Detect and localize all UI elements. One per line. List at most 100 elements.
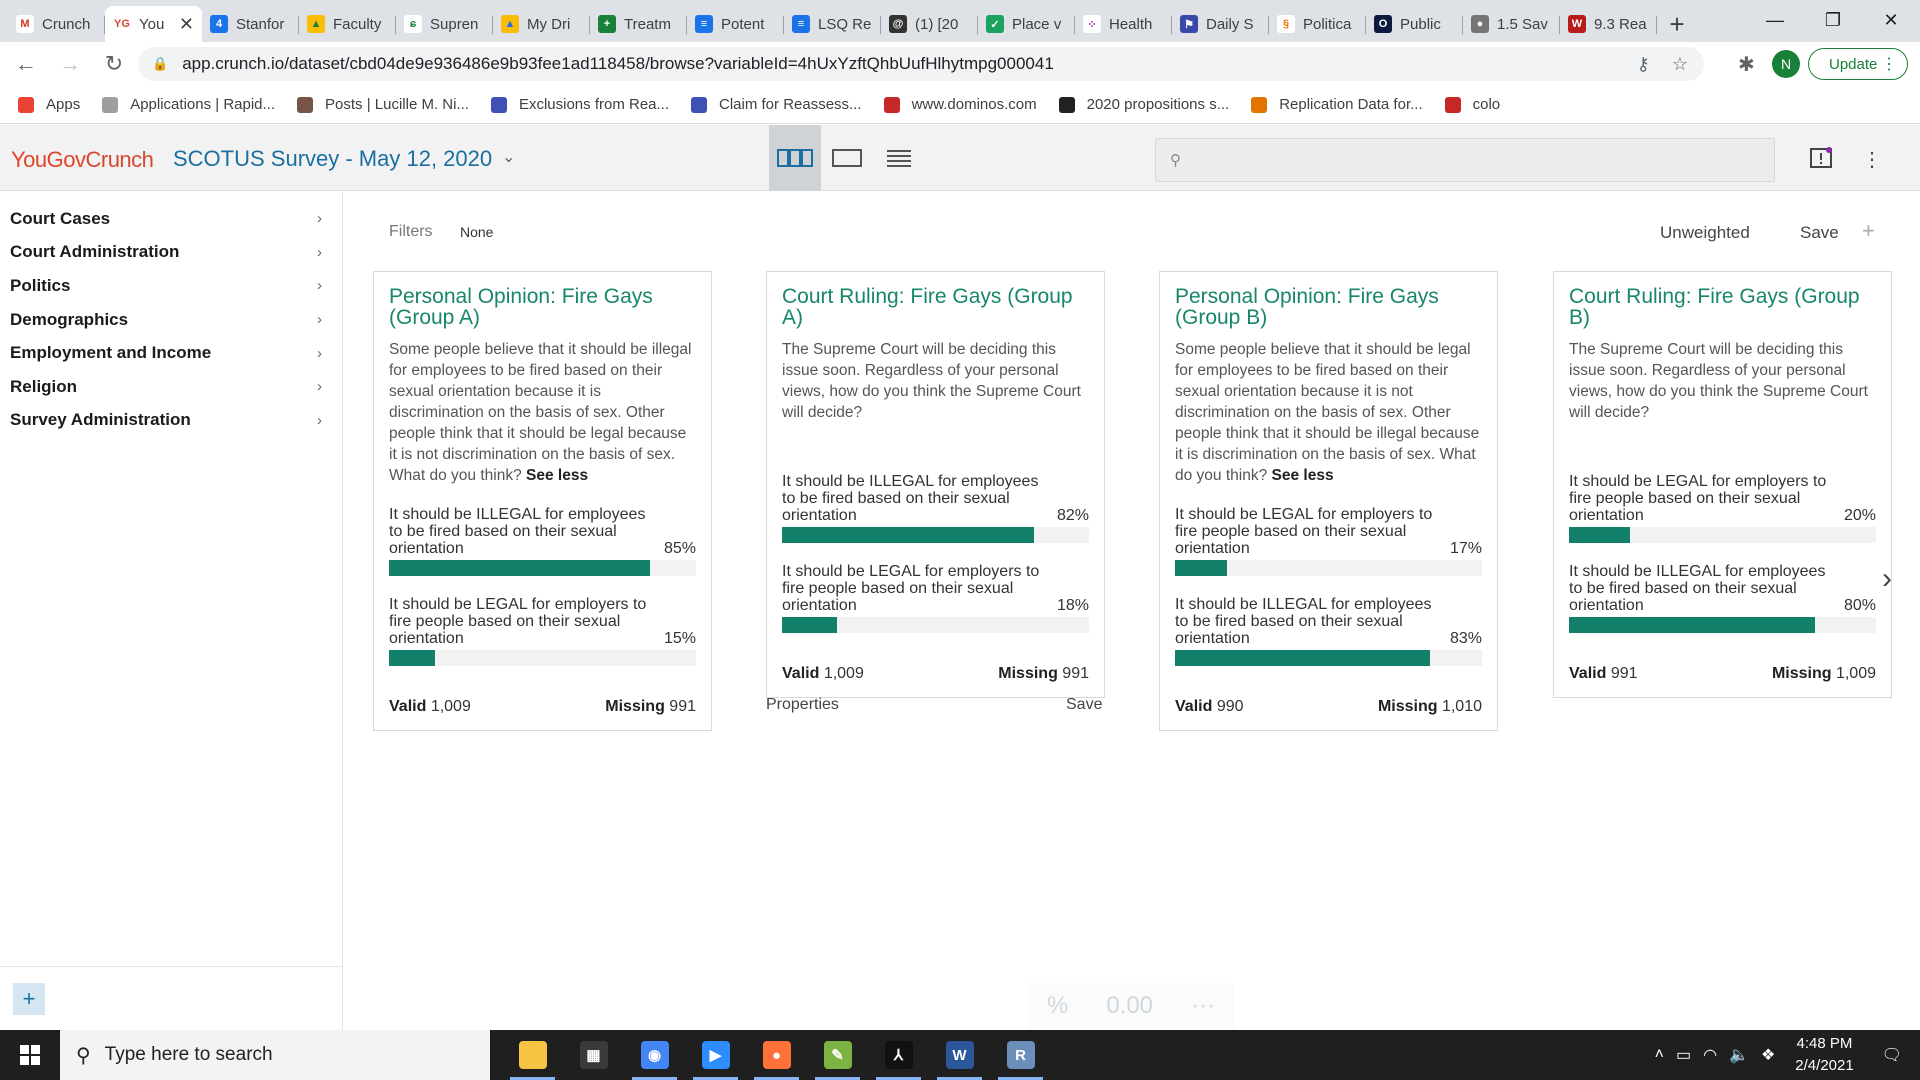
weighting-selector[interactable]: Unweighted [1660, 223, 1750, 243]
back-icon[interactable]: ← [8, 46, 44, 82]
zoom-taskbar-icon[interactable]: ▶ [685, 1030, 746, 1080]
yougov-crunch-logo[interactable]: YouGovCrunch [11, 147, 154, 173]
sidebar-folder[interactable]: Employment and Income › [0, 336, 342, 370]
bookmark-item[interactable]: Exclusions from Rea... [490, 96, 669, 113]
question-body: Some people believe that it should be le… [1175, 341, 1480, 484]
reload-icon[interactable]: ↻ [96, 46, 132, 82]
acrobat-taskbar-icon[interactable]: ⅄ [868, 1030, 929, 1080]
sidebar-folder[interactable]: Court Cases › [0, 202, 342, 236]
bookmark-item[interactable]: Replication Data for... [1251, 96, 1423, 113]
app-header: YouGovCrunch SCOTUS Survey - May 12, 202… [0, 125, 1920, 191]
card-title[interactable]: Court Ruling: Fire Gays (Group A) [782, 286, 1089, 328]
bookmark-item[interactable]: www.dominos.com [883, 96, 1037, 113]
card-title[interactable]: Personal Opinion: Fire Gays (Group A) [389, 286, 696, 328]
close-window-icon[interactable]: ✕ [1862, 0, 1920, 40]
card-title[interactable]: Personal Opinion: Fire Gays (Group B) [1175, 286, 1482, 328]
notification-panel-icon[interactable] [1810, 147, 1832, 175]
r-taskbar-icon[interactable]: R [990, 1030, 1051, 1080]
word-taskbar-icon[interactable]: W [929, 1030, 990, 1080]
browser-tab[interactable]: W 9.3 Rea [1560, 6, 1657, 42]
decimal-places-control[interactable]: 0.00 [1106, 992, 1153, 1020]
browser-tab[interactable]: ✓ Place v [978, 6, 1075, 42]
browser-tab[interactable]: 4 Stanfor [202, 6, 299, 42]
chrome-taskbar-icon[interactable]: ◉ [624, 1030, 685, 1080]
browser-tab[interactable]: YG You ✕ [105, 6, 202, 42]
bookmark-item[interactable]: colo [1444, 96, 1500, 113]
browser-tab[interactable]: ≡ LSQ Re [784, 6, 881, 42]
more-options-icon[interactable]: ··· [1191, 992, 1215, 1020]
update-button[interactable]: Update ⋮ [1808, 48, 1908, 80]
chevron-right-icon[interactable]: › [1882, 562, 1892, 596]
browser-tab[interactable]: O Public [1366, 6, 1463, 42]
sidebar-folder[interactable]: Demographics › [0, 303, 342, 337]
volume-icon[interactable]: 🔈 [1729, 1045, 1749, 1065]
wifi-icon[interactable]: ◠ [1703, 1045, 1717, 1065]
browser-tab[interactable]: ⚑ Daily S [1172, 6, 1269, 42]
sidebar-folder[interactable]: Politics › [0, 269, 342, 303]
close-tab-icon[interactable]: ✕ [179, 14, 194, 35]
battery-icon[interactable]: ▭ [1676, 1045, 1691, 1065]
see-less-link[interactable]: See less [1272, 467, 1334, 484]
bookmark-item[interactable]: Applications | Rapid... [102, 96, 275, 113]
missing-count: Missing 1,010 [1378, 698, 1482, 716]
sidebar-folder[interactable]: Religion › [0, 370, 342, 404]
variable-search-input[interactable]: ⚲ [1155, 138, 1775, 182]
filters-value[interactable]: None [460, 224, 493, 240]
browser-tab[interactable]: @ (1) [20 [881, 6, 978, 42]
extensions-icon[interactable]: ✱ [1738, 52, 1755, 77]
properties-link[interactable]: Properties [766, 696, 839, 714]
task-view-taskbar-icon[interactable]: ▦ [563, 1030, 624, 1080]
profile-avatar[interactable]: N [1772, 50, 1800, 78]
file-explorer-taskbar-icon[interactable] [502, 1030, 563, 1080]
filters-label[interactable]: Filters [389, 223, 433, 241]
single-card-view-icon[interactable] [821, 125, 873, 191]
minimize-icon[interactable]: — [1746, 0, 1804, 40]
firefox-taskbar-icon[interactable]: ● [746, 1030, 807, 1080]
sidebar-folder[interactable]: Court Administration › [0, 236, 342, 270]
table-view-icon[interactable] [873, 125, 925, 191]
card-save-link[interactable]: Save [1066, 696, 1102, 714]
bookmark-star-icon[interactable]: ☆ [1672, 54, 1688, 75]
clock-time: 4:48 PM [1796, 1035, 1853, 1052]
add-variable-button[interactable]: + [13, 983, 45, 1015]
browser-tab[interactable]: + Treatm [590, 6, 687, 42]
three-column-view-icon[interactable] [769, 125, 821, 191]
notifications-icon[interactable]: 🗨 [1882, 1045, 1902, 1065]
more-vert-icon[interactable]: ⋮ [1862, 147, 1882, 172]
acrobat-icon: ⅄ [884, 1041, 913, 1069]
tab-title: Crunch [42, 15, 91, 33]
percent-toggle[interactable]: % [1047, 992, 1068, 1020]
taskbar-search-input[interactable]: ⚲ Type here to search [60, 1030, 490, 1080]
bookmark-item[interactable]: 2020 propositions s... [1058, 96, 1229, 113]
browser-tab[interactable]: ≡ Potent [687, 6, 784, 42]
browser-tab[interactable]: ▲ My Dri [493, 6, 590, 42]
browser-tab[interactable]: ⁘ Health [1075, 6, 1172, 42]
restore-icon[interactable]: ❐ [1804, 0, 1862, 40]
add-icon[interactable]: + [1862, 218, 1875, 244]
clock[interactable]: 4:48 PM 2/4/2021 [1795, 1033, 1853, 1077]
browser-tab[interactable]: M Crunch [8, 6, 105, 42]
sidebar-folder[interactable]: Survey Administration › [0, 404, 342, 438]
dataset-title[interactable]: SCOTUS Survey - May 12, 2020 [173, 146, 492, 172]
dropbox-icon[interactable]: ❖ [1761, 1045, 1775, 1065]
chevron-up-icon[interactable]: ˄ [1655, 1046, 1664, 1064]
browser-tab[interactable]: § Politica [1269, 6, 1366, 42]
save-button[interactable]: Save [1800, 223, 1839, 243]
card-title[interactable]: Court Ruling: Fire Gays (Group B) [1569, 286, 1876, 328]
bookmark-item[interactable]: Claim for Reassess... [691, 96, 862, 113]
windows-start-icon[interactable] [0, 1030, 60, 1080]
key-icon[interactable]: ⚷ [1637, 54, 1650, 75]
display-settings-bar: % 0.00 ··· [1028, 983, 1234, 1029]
address-bar[interactable]: 🔒 app.crunch.io/dataset/cbd04de9e936486e… [138, 47, 1704, 81]
browser-tab[interactable]: ▲ Faculty [299, 6, 396, 42]
see-less-link[interactable]: See less [526, 467, 588, 484]
browser-tab[interactable]: ● 1.5 Sav [1463, 6, 1560, 42]
sidebar-folder-label: Politics [10, 275, 71, 295]
bookmark-item[interactable]: Posts | Lucille M. Ni... [297, 96, 469, 113]
sheets-taskbar-icon[interactable]: ✎ [807, 1030, 868, 1080]
browser-tab[interactable]: ɕ Supren [396, 6, 493, 42]
chevron-down-icon[interactable]: ⌄ [502, 147, 515, 167]
forward-icon[interactable]: → [52, 46, 88, 82]
bookmark-item[interactable]: Apps [18, 96, 80, 113]
new-tab-button[interactable]: + [1657, 6, 1697, 42]
